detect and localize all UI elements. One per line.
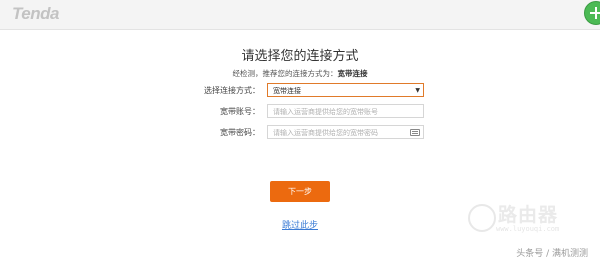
detection-prefix: 经检测，推荐您的连接方式为： — [232, 69, 338, 78]
connection-type-select[interactable]: 宽带连接 ▼ — [267, 83, 424, 97]
keyboard-icon[interactable] — [410, 129, 420, 136]
watermark-emblem-icon — [468, 204, 496, 232]
connection-type-value: 宽带连接 — [273, 87, 301, 95]
next-step-button[interactable]: 下一步 — [270, 181, 330, 202]
detection-value: 宽带连接 — [337, 69, 368, 78]
password-input[interactable]: 请输入运营商提供给您的宽带密码 — [267, 125, 424, 139]
page-title: 请选择您的连接方式 — [241, 49, 359, 64]
watermark-brand: 路由器 — [498, 204, 559, 226]
connection-type-row: 选择连接方式： 宽带连接 ▼ — [0, 83, 600, 98]
dropdown-arrow-icon: ▼ — [415, 87, 420, 94]
top-header-bar: Tenda — [0, 0, 600, 30]
watermark-url: www.luyouqi.com — [496, 225, 560, 233]
account-label: 宽带账号： — [220, 107, 260, 116]
password-placeholder: 请输入运营商提供给您的宽带密码 — [273, 129, 378, 137]
tenda-logo: Tenda — [12, 4, 59, 23]
watermark-logo: 路由器 www.luyouqi.com — [468, 200, 588, 240]
account-input[interactable]: 请输入运营商提供给您的宽带账号 — [267, 104, 424, 118]
detection-result-text: 经检测，推荐您的连接方式为：宽带连接 — [0, 68, 600, 79]
password-label: 宽带密码： — [220, 128, 260, 137]
plus-badge-icon[interactable] — [584, 1, 600, 25]
password-row: 宽带密码： 请输入运营商提供给您的宽带密码 — [0, 125, 600, 140]
connection-type-label: 选择连接方式： — [204, 86, 260, 95]
account-row: 宽带账号： 请输入运营商提供给您的宽带账号 — [0, 104, 600, 119]
source-caption: 头条号 / 满机测测 — [516, 249, 588, 259]
account-placeholder: 请输入运营商提供给您的宽带账号 — [273, 108, 378, 116]
